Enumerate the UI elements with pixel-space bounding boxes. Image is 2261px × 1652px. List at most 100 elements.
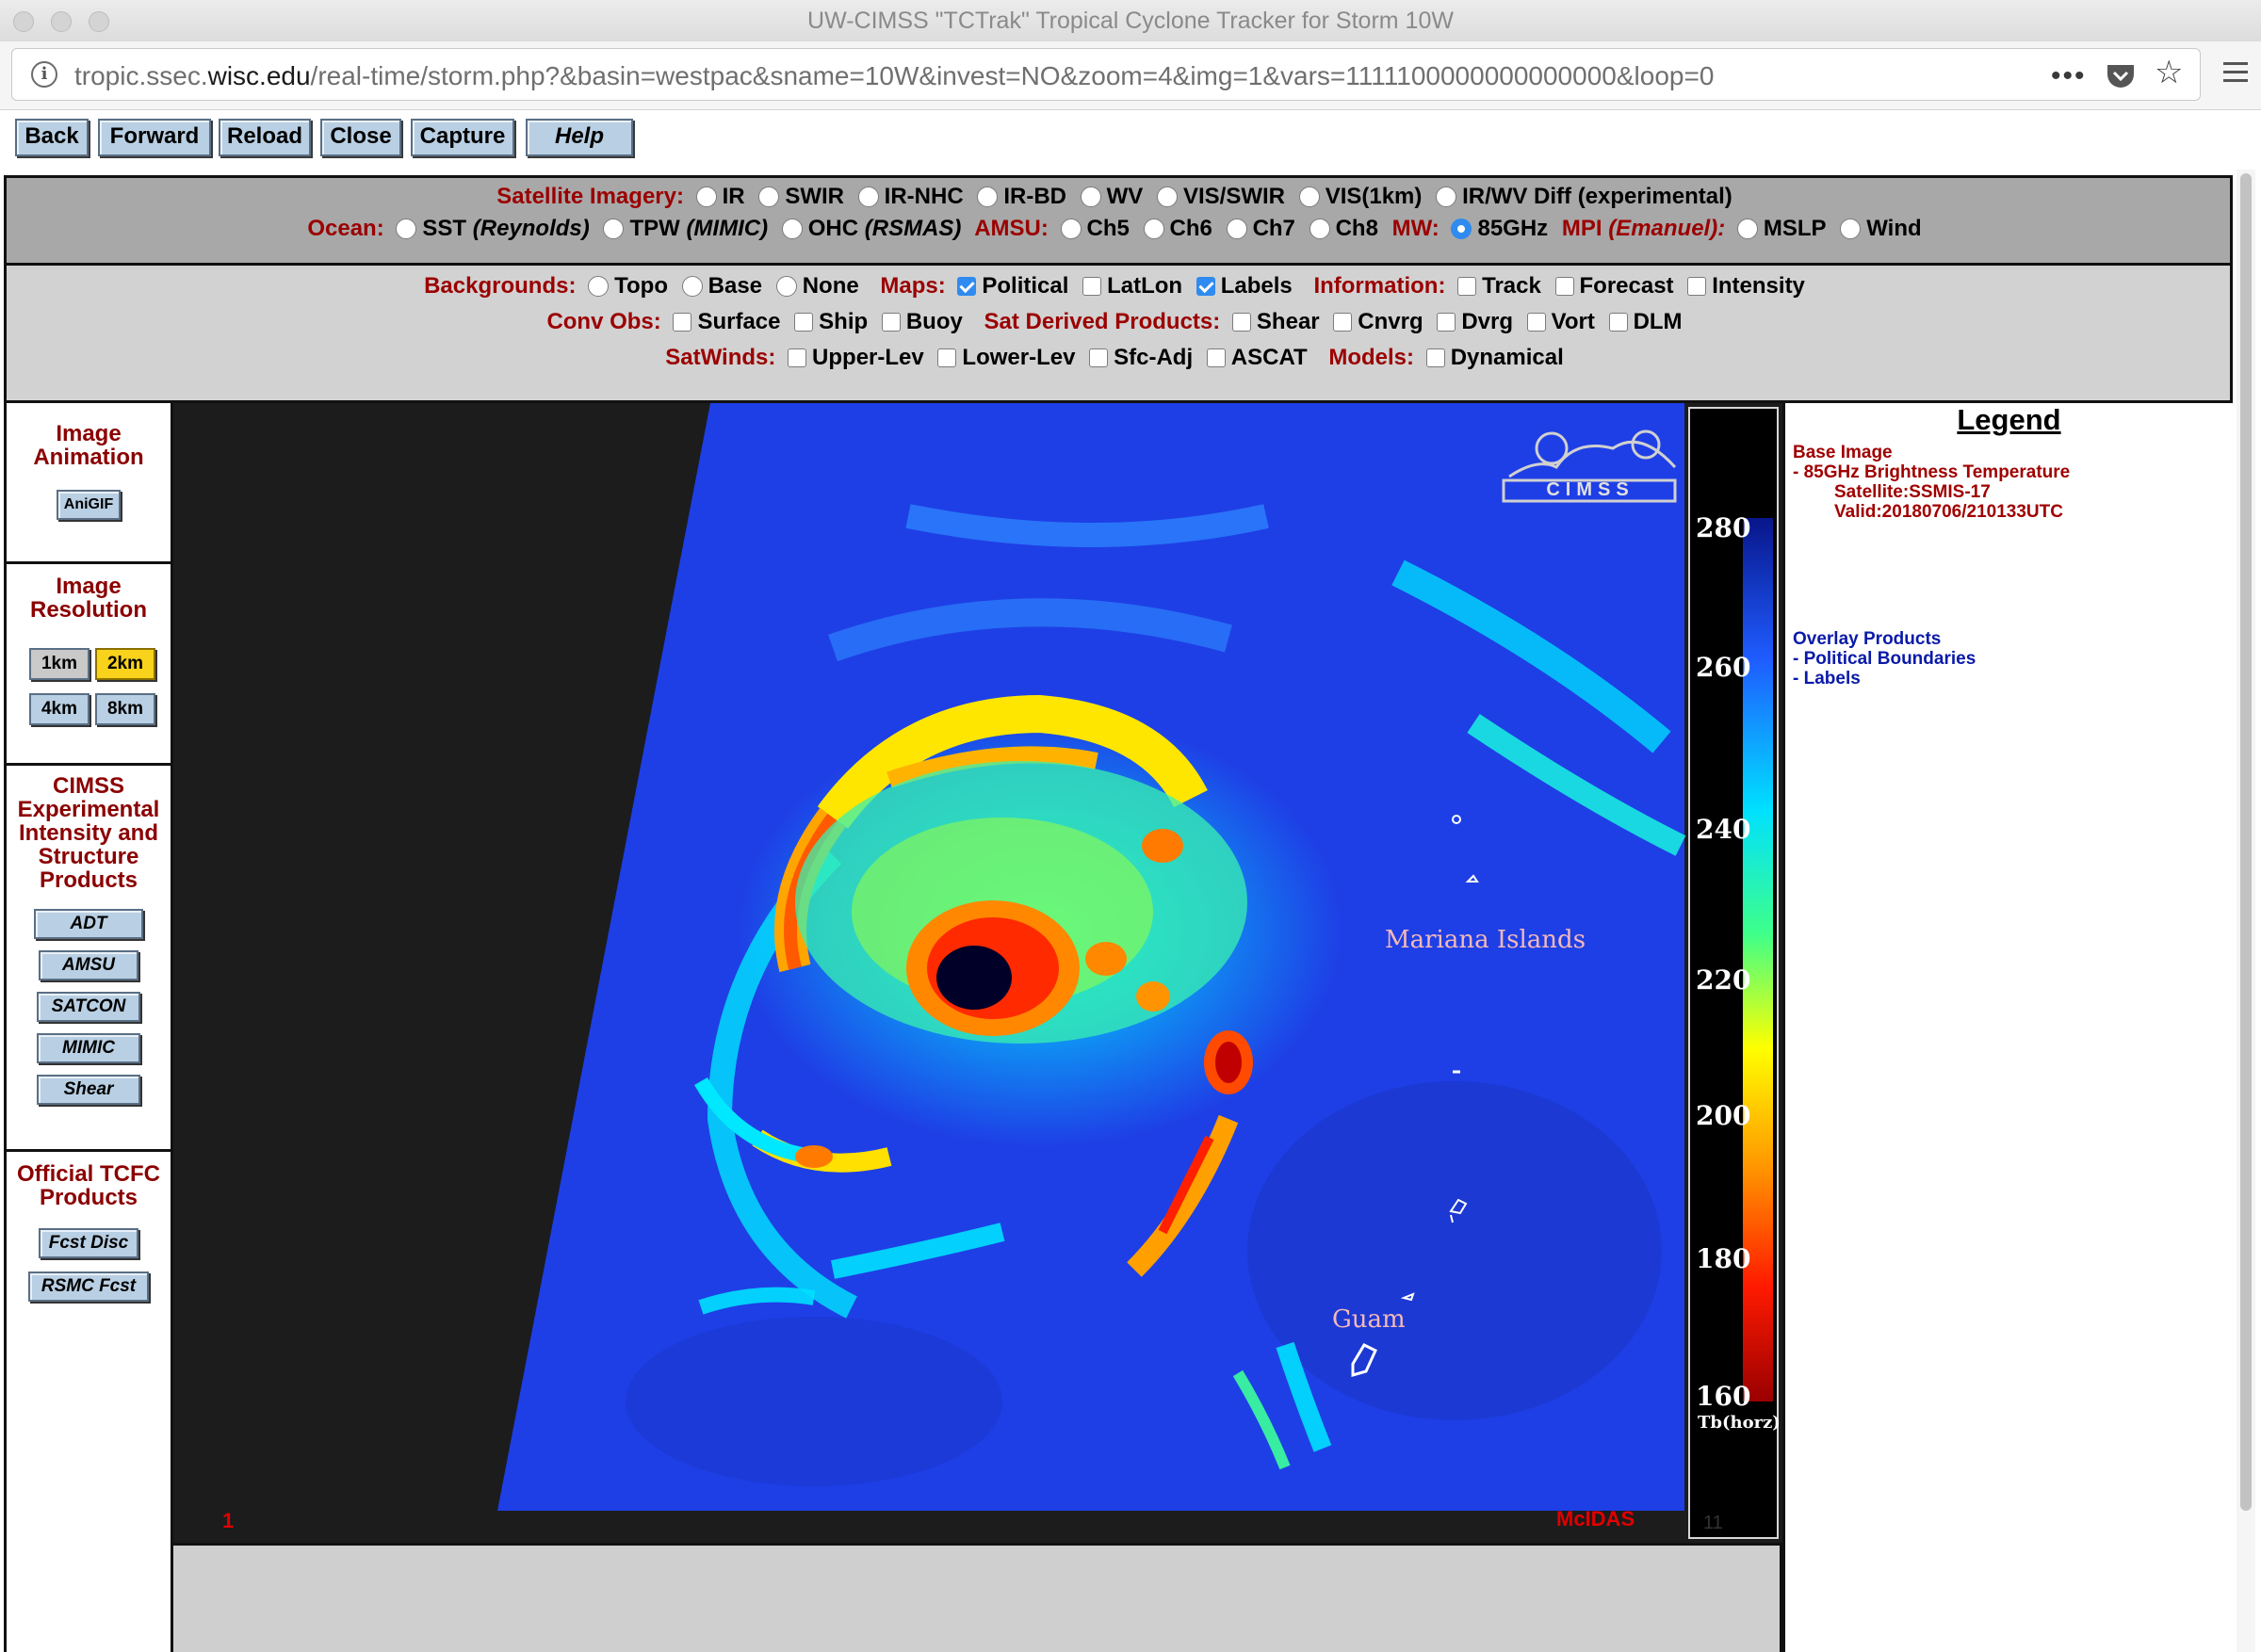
checkbox-dlm[interactable] — [1608, 313, 1628, 332]
option-label: Ch5 — [1086, 216, 1130, 241]
radio-ch5[interactable] — [1060, 219, 1082, 239]
option-label: Surface — [697, 309, 781, 334]
hamburger-menu-icon[interactable] — [2223, 57, 2248, 88]
option-label: Ch8 — [1335, 216, 1378, 241]
checkbox-forecast[interactable] — [1554, 277, 1574, 296]
scrollbar-thumb[interactable] — [2240, 173, 2252, 1511]
option-label: Forecast — [1579, 273, 1674, 299]
radio-base[interactable] — [681, 276, 703, 297]
frame-number: 1 — [222, 1509, 235, 1532]
radio-vis-1km[interactable] — [1298, 186, 1320, 207]
window-titlebar: UW-CIMSS "TCTrak" Tropical Cyclone Track… — [0, 0, 2261, 42]
radio-85ghz[interactable] — [1451, 219, 1472, 239]
checkbox-intensity[interactable] — [1687, 277, 1707, 296]
fcst-disc-button[interactable]: Fcst Disc — [39, 1228, 138, 1258]
checkbox-dynamical[interactable] — [1425, 348, 1445, 367]
checkbox-labels[interactable] — [1196, 277, 1215, 296]
radio-none[interactable] — [775, 276, 797, 297]
colorbar-tick: 160 — [1696, 1381, 1751, 1412]
info-icon[interactable]: i — [31, 61, 57, 88]
page-scrollbar[interactable] — [2237, 170, 2255, 1652]
radio-wind[interactable] — [1840, 219, 1862, 239]
resolution-4km-button[interactable]: 4km — [29, 693, 89, 725]
window-title: UW-CIMSS "TCTrak" Tropical Cyclone Track… — [807, 8, 1454, 34]
satwinds-row: SatWinds: Upper-Lev Lower-Lev Sfc-Adj AS… — [7, 345, 2230, 371]
radio-wv[interactable] — [1080, 186, 1101, 207]
option-label: ASCAT — [1230, 345, 1308, 370]
checkbox-surface[interactable] — [673, 313, 692, 332]
colorbar-tick: 260 — [1696, 652, 1751, 683]
option-label: Vort — [1551, 309, 1595, 334]
radio-ir-nhc[interactable] — [857, 186, 879, 207]
logo-text: CIMSS — [1546, 479, 1635, 500]
bookmark-star-icon[interactable]: ☆ — [2155, 57, 2183, 89]
option-label: Buoy — [905, 309, 963, 334]
resolution-section: Image Resolution 1km 2km 4km 8km — [7, 561, 171, 766]
option-label: Dvrg — [1461, 309, 1513, 334]
checkbox-vort[interactable] — [1526, 313, 1546, 332]
tcfc-products-title: Official TCFC Products — [16, 1161, 160, 1210]
radio-sst[interactable] — [396, 219, 417, 239]
checkbox-lower-lev[interactable] — [937, 348, 957, 367]
option-label: Cnvrg — [1358, 309, 1423, 334]
overlay-panel: Backgrounds: Topo Base None Maps: Politi… — [4, 266, 2233, 403]
resolution-2km-button[interactable]: 2km — [95, 648, 155, 680]
radio-ir-wv-diff[interactable] — [1436, 186, 1457, 207]
option-label: MSLP — [1763, 216, 1827, 241]
checkbox-shear[interactable] — [1231, 313, 1251, 332]
resolution-1km-button[interactable]: 1km — [29, 648, 89, 680]
back-button[interactable]: Back — [15, 119, 89, 156]
colorbar-tick: 280 — [1696, 512, 1751, 543]
capture-button[interactable]: Capture — [411, 119, 514, 156]
radio-ch8[interactable] — [1309, 219, 1330, 239]
option-label: Lower-Lev — [962, 345, 1076, 370]
radio-tpw[interactable] — [603, 219, 625, 239]
checkbox-sfc-adj[interactable] — [1089, 348, 1109, 367]
more-icon[interactable]: ••• — [2051, 62, 2087, 90]
checkbox-ship[interactable] — [794, 313, 814, 332]
radio-ohc[interactable] — [781, 219, 803, 239]
pocket-icon[interactable] — [2106, 62, 2136, 96]
radio-vis-swir[interactable] — [1157, 186, 1178, 207]
close-button[interactable]: Close — [320, 119, 401, 156]
option-label: Track — [1482, 273, 1541, 299]
rsmc-fcst-button[interactable]: RSMC Fcst — [28, 1271, 149, 1302]
radio-swir[interactable] — [758, 186, 780, 207]
checkbox-dvrg[interactable] — [1437, 313, 1456, 332]
satellite-imagery-row: Satellite Imagery: IR SWIR IR-NHC IR-BD … — [7, 184, 2230, 210]
checkbox-track[interactable] — [1457, 277, 1477, 296]
radio-mslp[interactable] — [1736, 219, 1758, 239]
tcfc-products-section: Official TCFC Products Fcst Disc RSMC Fc… — [7, 1149, 171, 1652]
checkbox-upper-lev[interactable] — [788, 348, 807, 367]
mimic-button[interactable]: MIMIC — [37, 1033, 140, 1063]
satcon-button[interactable]: SATCON — [37, 992, 140, 1022]
help-button[interactable]: Help — [526, 119, 633, 156]
radio-ir-bd[interactable] — [977, 186, 999, 207]
checkbox-ascat[interactable] — [1206, 348, 1226, 367]
colorbar-tick: 220 — [1696, 964, 1751, 996]
information-label: Information: — [1313, 273, 1446, 299]
url-text[interactable]: tropic.ssec.wisc.edu/real-time/storm.php… — [74, 61, 1714, 91]
checkbox-latlon[interactable] — [1082, 277, 1102, 296]
option-label: None — [802, 273, 859, 299]
radio-ir[interactable] — [695, 186, 717, 207]
checkbox-buoy[interactable] — [881, 313, 901, 332]
option-label: Upper-Lev — [812, 345, 924, 370]
animation-title: Image Animation — [33, 421, 144, 470]
adt-button[interactable]: ADT — [34, 909, 143, 939]
shear-button[interactable]: Shear — [37, 1075, 140, 1105]
option-label: Topo — [614, 273, 668, 299]
reload-button[interactable]: Reload — [219, 119, 311, 156]
checkbox-cnvrg[interactable] — [1333, 313, 1353, 332]
url-field[interactable]: i tropic.ssec.wisc.edu/real-time/storm.p… — [11, 48, 2201, 101]
radio-ch7[interactable] — [1226, 219, 1247, 239]
amsu-button[interactable]: AMSU — [39, 950, 138, 980]
radio-topo[interactable] — [588, 276, 610, 297]
forward-button[interactable]: Forward — [98, 119, 211, 156]
satellite-image[interactable]: CIMSS Mariana Islands Guam 1 McIDAS — [173, 403, 1782, 1543]
checkbox-political[interactable] — [957, 277, 977, 296]
option-label: IR — [722, 184, 745, 209]
radio-ch6[interactable] — [1143, 219, 1164, 239]
resolution-8km-button[interactable]: 8km — [95, 693, 155, 725]
anigif-button[interactable]: AniGIF — [57, 490, 121, 520]
